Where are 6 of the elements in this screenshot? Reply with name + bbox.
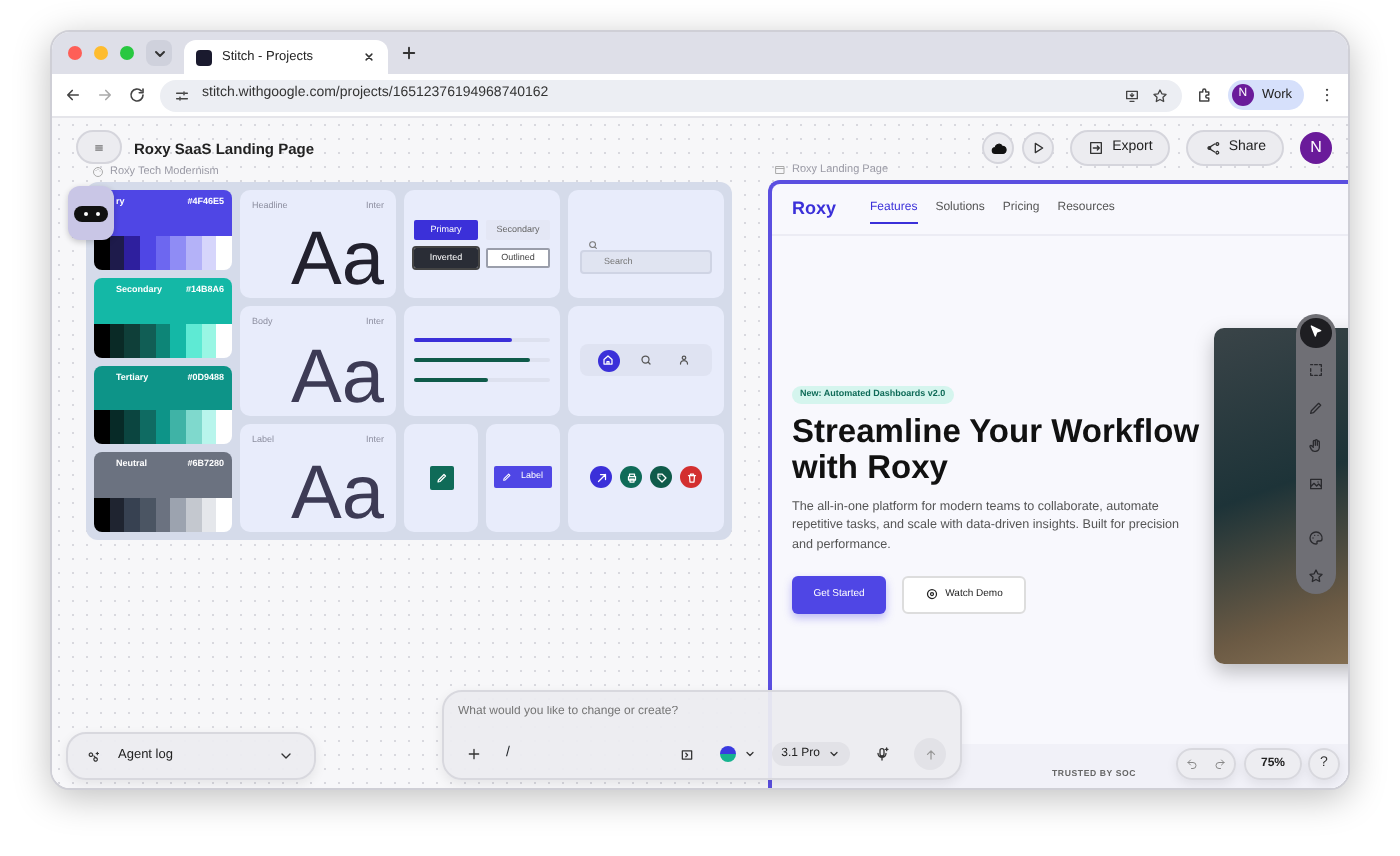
type-sample: Aa [291, 455, 384, 532]
type-sample: Aa [291, 222, 384, 299]
user-avatar[interactable]: N [1300, 132, 1332, 164]
hero-headline: Streamline Your Workflow with Roxy [792, 413, 1202, 488]
brand-logo: Roxy [792, 195, 837, 222]
type-sample: Aa [291, 339, 384, 416]
